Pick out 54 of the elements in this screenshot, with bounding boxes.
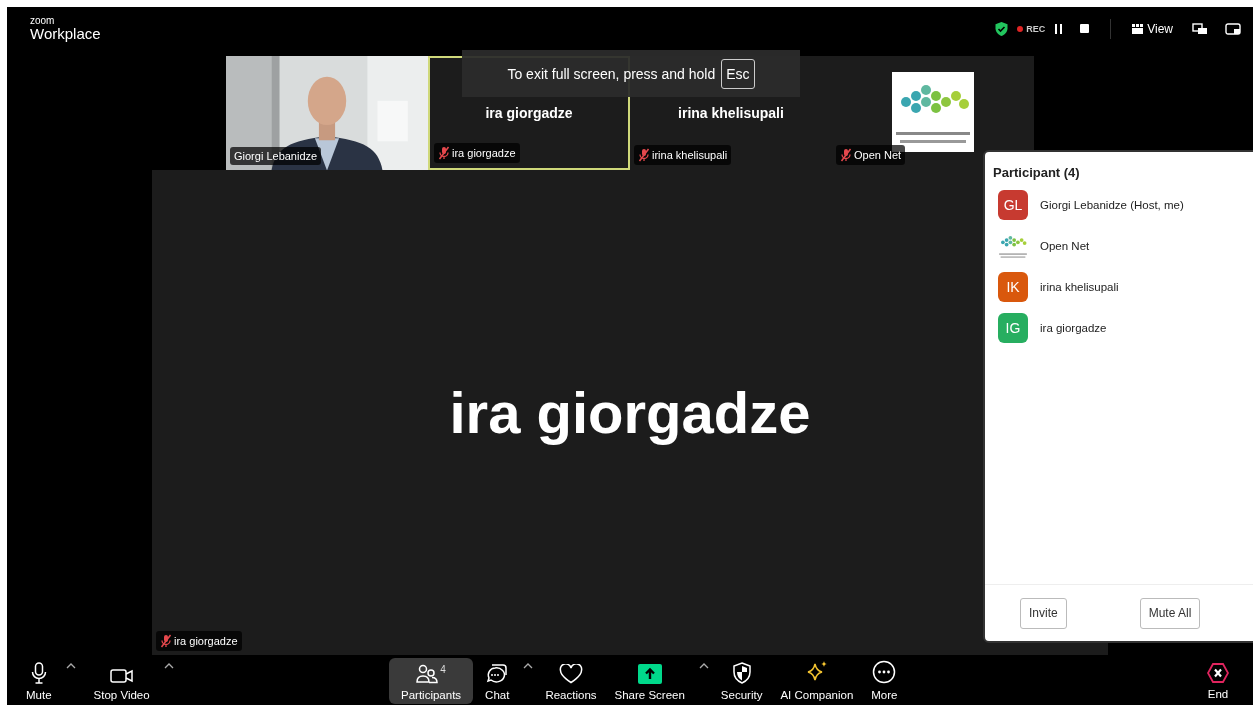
- participant-name: irina khelisupali: [678, 105, 784, 121]
- toolbar-button[interactable]: AI Companion: [774, 658, 860, 704]
- shield-icon: [731, 662, 752, 684]
- close-icon: [1207, 662, 1229, 683]
- toolbar-button[interactable]: More: [865, 658, 904, 704]
- toolbar-button[interactable]: Share Screen: [608, 658, 691, 704]
- microphone-icon: [30, 662, 47, 684]
- video-tile[interactable]: Giorgi Lebanidze: [226, 56, 428, 170]
- participant-name[interactable]: Giorgi Lebanidze (Host, me): [1040, 199, 1184, 211]
- participant-count: 4: [440, 664, 446, 675]
- minimize-window-icon[interactable]: [1225, 22, 1241, 35]
- caret-icon[interactable]: [163, 663, 174, 669]
- toolbar-button[interactable]: Chat: [479, 658, 516, 704]
- windows-icon[interactable]: [1192, 22, 1208, 35]
- toolbar-button[interactable]: 4 Participants: [389, 658, 474, 704]
- record-dot-icon: [1017, 25, 1024, 32]
- caret-icon[interactable]: [523, 663, 534, 669]
- panel-button[interactable]: Mute All: [1139, 597, 1201, 629]
- key-hint: Esc: [721, 58, 755, 89]
- app-name: Workplace: [30, 26, 101, 41]
- name-label: ira giorgadze: [434, 143, 520, 163]
- video-camera-icon: [109, 668, 134, 684]
- panel-button[interactable]: Invite: [1020, 597, 1067, 629]
- toolbar-button[interactable]: Reactions: [539, 658, 603, 704]
- caret-icon[interactable]: [65, 663, 76, 669]
- toolbar-button[interactable]: Stop Video: [87, 658, 156, 704]
- share-screen-icon: [637, 664, 662, 684]
- end-button[interactable]: End: [1201, 661, 1235, 701]
- toolbar-button[interactable]: Mute: [20, 658, 58, 704]
- participant-name[interactable]: irina khelisupali: [1040, 281, 1119, 293]
- view-button[interactable]: View: [1132, 21, 1173, 36]
- name-label: Giorgi Lebanidze: [230, 147, 322, 165]
- name-label: irina khelisupali: [634, 145, 732, 165]
- speaker-name: ira giorgadze: [449, 379, 811, 446]
- logo-text: zoom: [30, 16, 56, 26]
- participant-name[interactable]: ira giorgadze: [1040, 322, 1107, 334]
- name-label: Open Net: [836, 145, 906, 165]
- pause-icon[interactable]: [1054, 23, 1064, 34]
- chat-icon: [486, 662, 509, 684]
- name-label: ira giorgadze: [156, 631, 242, 651]
- stop-icon[interactable]: [1080, 24, 1090, 33]
- caret-icon[interactable]: [698, 663, 709, 669]
- toolbar-button[interactable]: Security: [714, 658, 769, 704]
- avatar: GL: [998, 190, 1028, 220]
- more-icon: [872, 660, 897, 684]
- heart-icon: [558, 664, 583, 684]
- shield-check-icon[interactable]: [995, 21, 1009, 36]
- recording-indicator: REC: [1017, 23, 1046, 34]
- avatar: IG: [998, 313, 1028, 343]
- participant-name[interactable]: Open Net: [1040, 240, 1090, 252]
- people-icon: [416, 664, 439, 684]
- participant-name: ira giorgadze: [485, 105, 573, 121]
- avatar: IK: [998, 272, 1028, 302]
- grid-icon: [1132, 23, 1144, 34]
